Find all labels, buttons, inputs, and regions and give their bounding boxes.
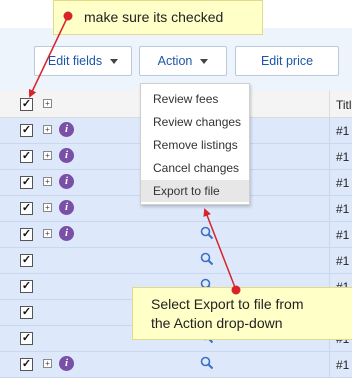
row-checkbox[interactable]: ✓ bbox=[20, 280, 33, 293]
expand-all-icon[interactable]: + bbox=[43, 99, 52, 108]
row-checkbox[interactable]: ✓ bbox=[20, 202, 33, 215]
expand-plus-icon[interactable]: + bbox=[43, 229, 52, 238]
column-divider bbox=[329, 118, 330, 143]
column-divider bbox=[329, 222, 330, 247]
edit-fields-label: Edit fields bbox=[47, 54, 103, 68]
menu-item-remove-listings[interactable]: Remove listings bbox=[141, 134, 249, 156]
row-title: #1 bbox=[336, 202, 350, 216]
row-checkbox[interactable]: ✓ bbox=[20, 254, 33, 267]
edit-fields-button[interactable]: Edit fields bbox=[34, 46, 132, 76]
row-checkbox[interactable]: ✓ bbox=[20, 176, 33, 189]
expand-plus-icon[interactable]: + bbox=[43, 359, 52, 368]
checkbox-checked-icon: ✓ bbox=[21, 98, 32, 110]
checkbox-checked-icon: ✓ bbox=[21, 150, 32, 162]
column-divider bbox=[329, 196, 330, 221]
row-title: #1 bbox=[336, 176, 350, 190]
toolbar: Edit fields Action Edit price bbox=[0, 28, 352, 91]
checkbox-checked-icon: ✓ bbox=[21, 228, 32, 240]
edit-price-label: Edit price bbox=[260, 54, 314, 68]
checkbox-checked-icon: ✓ bbox=[21, 358, 32, 370]
row-checkbox[interactable]: ✓ bbox=[20, 306, 33, 319]
expand-plus-icon[interactable]: + bbox=[43, 177, 52, 186]
action-button[interactable]: Action bbox=[139, 46, 227, 76]
row-checkbox[interactable]: ✓ bbox=[20, 358, 33, 371]
table-row[interactable]: ✓ + i #1 bbox=[0, 352, 352, 378]
expand-plus-icon[interactable]: + bbox=[43, 151, 52, 160]
action-dropdown-menu: Review fees Review changes Remove listin… bbox=[140, 83, 250, 205]
row-title: #1 bbox=[336, 228, 350, 242]
search-icon[interactable] bbox=[200, 252, 214, 266]
row-title: #1 bbox=[336, 150, 350, 164]
column-divider bbox=[329, 144, 330, 169]
caret-down-icon bbox=[200, 59, 209, 65]
column-divider bbox=[329, 170, 330, 195]
checkbox-checked-icon: ✓ bbox=[21, 176, 32, 188]
row-checkbox[interactable]: ✓ bbox=[20, 228, 33, 241]
expand-plus-icon[interactable]: + bbox=[43, 125, 52, 134]
row-title: #1 bbox=[336, 358, 350, 372]
callout-export-line2: the Action drop-down bbox=[151, 315, 283, 331]
column-divider bbox=[329, 352, 330, 377]
column-divider bbox=[329, 248, 330, 273]
info-icon[interactable]: i bbox=[59, 200, 74, 215]
edit-price-button[interactable]: Edit price bbox=[235, 46, 339, 76]
info-icon[interactable]: i bbox=[59, 226, 74, 241]
info-icon[interactable]: i bbox=[59, 356, 74, 371]
row-title: #1 bbox=[336, 124, 350, 138]
search-icon[interactable] bbox=[200, 226, 214, 240]
checkbox-checked-icon: ✓ bbox=[21, 202, 32, 214]
table-row[interactable]: ✓ + i #1 bbox=[0, 222, 352, 248]
menu-item-export-to-file[interactable]: Export to file bbox=[141, 180, 249, 202]
select-all-checkbox[interactable]: ✓ bbox=[20, 98, 33, 111]
row-checkbox[interactable]: ✓ bbox=[20, 332, 33, 345]
checkbox-checked-icon: ✓ bbox=[21, 124, 32, 136]
checkbox-checked-icon: ✓ bbox=[21, 280, 32, 292]
expand-plus-icon[interactable]: + bbox=[43, 203, 52, 212]
menu-item-label: Remove listings bbox=[153, 138, 238, 152]
callout-export-line1: Select Export to file from bbox=[151, 296, 304, 312]
menu-item-label: Review changes bbox=[153, 115, 242, 129]
checkbox-checked-icon: ✓ bbox=[21, 254, 32, 266]
callout-export-hint: Select Export to file from the Action dr… bbox=[132, 287, 352, 340]
menu-item-label: Review fees bbox=[153, 92, 219, 106]
menu-item-label: Cancel changes bbox=[153, 161, 240, 175]
row-checkbox[interactable]: ✓ bbox=[20, 124, 33, 137]
caret-down-icon bbox=[110, 59, 119, 65]
checkbox-checked-icon: ✓ bbox=[21, 332, 32, 344]
info-icon[interactable]: i bbox=[59, 148, 74, 163]
search-icon[interactable] bbox=[200, 356, 214, 370]
action-label: Action bbox=[157, 54, 193, 68]
info-icon[interactable]: i bbox=[59, 174, 74, 189]
column-title-header[interactable]: Titl bbox=[336, 98, 352, 112]
checkbox-checked-icon: ✓ bbox=[21, 306, 32, 318]
callout-check-text: make sure its checked bbox=[84, 9, 224, 25]
menu-item-label: Export to file bbox=[153, 184, 220, 198]
row-checkbox[interactable]: ✓ bbox=[20, 150, 33, 163]
menu-item-review-changes[interactable]: Review changes bbox=[141, 111, 249, 133]
table-row[interactable]: ✓ #1 bbox=[0, 248, 352, 274]
menu-item-review-fees[interactable]: Review fees bbox=[141, 88, 249, 110]
callout-check-hint: make sure its checked bbox=[53, 0, 263, 35]
row-title: #1 bbox=[336, 254, 350, 268]
menu-item-cancel-changes[interactable]: Cancel changes bbox=[141, 157, 249, 179]
info-icon[interactable]: i bbox=[59, 122, 74, 137]
column-divider bbox=[329, 90, 330, 117]
